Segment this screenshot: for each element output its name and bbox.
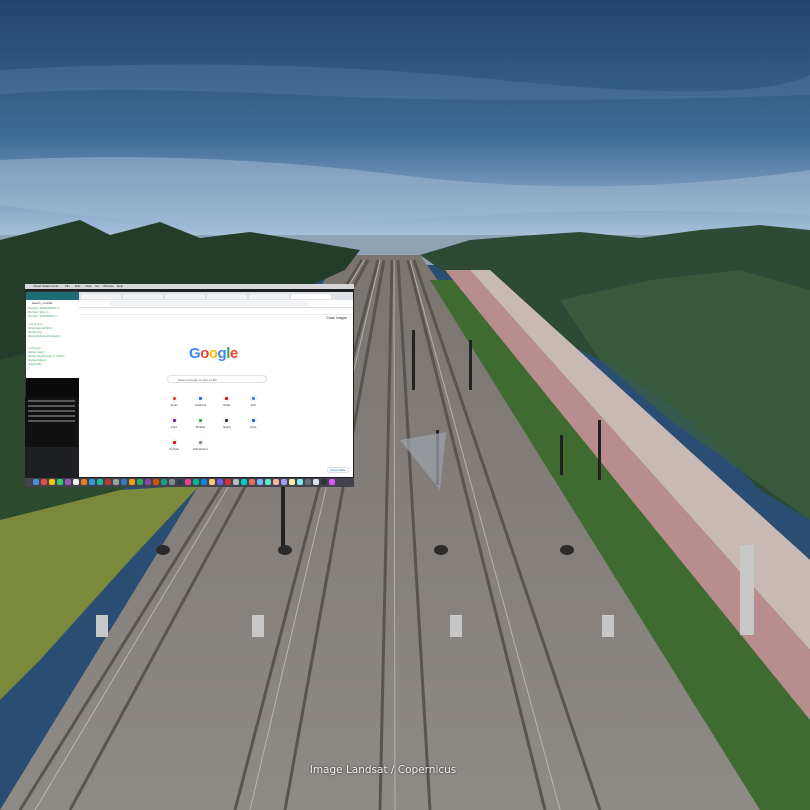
dock-app-icon[interactable] xyxy=(137,479,143,485)
dock-app-icon[interactable] xyxy=(289,479,295,485)
dock-app-icon[interactable] xyxy=(129,479,135,485)
dock-app-icon[interactable] xyxy=(169,479,175,485)
browser-tab[interactable] xyxy=(123,294,163,299)
shortcut-tile[interactable]: Netflix xyxy=(216,392,238,414)
dock-app-icon[interactable] xyxy=(193,479,199,485)
dock-app-icon[interactable] xyxy=(49,479,55,485)
shortcut-icon xyxy=(249,417,257,424)
dock-app-icon[interactable] xyxy=(329,479,335,485)
shortcut-icon xyxy=(249,395,257,402)
dock-app-icon[interactable] xyxy=(145,479,151,485)
terminal-window xyxy=(25,397,78,447)
browser-tab-active[interactable] xyxy=(291,294,331,299)
google-search-input[interactable]: Search Google or type a URL xyxy=(167,375,267,383)
dock-app-icon[interactable] xyxy=(209,479,215,485)
menu-view[interactable]: View xyxy=(85,284,91,289)
menu-go[interactable]: Go xyxy=(95,284,99,289)
menu-app[interactable]: Visual Studio Code xyxy=(33,284,58,289)
dock-app-icon[interactable] xyxy=(257,479,263,485)
dock-app-icon[interactable] xyxy=(305,479,311,485)
dock-app-icon[interactable] xyxy=(241,479,247,485)
dock-app-icon[interactable] xyxy=(281,479,287,485)
menu-bar: Visual Studio Code File Edit View Go Win… xyxy=(25,284,354,289)
shortcut-tiles: Gmail Facebook Netflix Post Inbox Portfo… xyxy=(163,392,273,458)
dock-app-icon[interactable] xyxy=(89,479,95,485)
menu-edit[interactable]: Edit xyxy=(75,284,80,289)
dock-app-icon[interactable] xyxy=(249,479,255,485)
dock-app-icon[interactable] xyxy=(185,479,191,485)
dock xyxy=(25,478,354,487)
dock-app-icon[interactable] xyxy=(73,479,79,485)
shortcut-icon xyxy=(170,417,178,424)
dock-app-icon[interactable] xyxy=(233,479,239,485)
dock-app-icon[interactable] xyxy=(201,479,207,485)
dock-app-icon[interactable] xyxy=(297,479,303,485)
dock-app-icon[interactable] xyxy=(225,479,231,485)
omnibox-input[interactable] xyxy=(109,301,309,306)
dock-app-icon[interactable] xyxy=(57,479,63,485)
dock-app-icon[interactable] xyxy=(33,479,39,485)
address-bar xyxy=(79,300,353,308)
menu-file[interactable]: File xyxy=(65,284,70,289)
add-shortcut-tile[interactable]: Add shortcut xyxy=(189,436,211,458)
dock-app-icon[interactable] xyxy=(321,479,327,485)
browser-tab-strip xyxy=(79,292,353,300)
shortcut-icon xyxy=(223,417,231,424)
shortcut-tile[interactable]: YouTube xyxy=(163,436,185,458)
browser-tab[interactable] xyxy=(207,294,247,299)
dock-app-icon[interactable] xyxy=(81,479,87,485)
browser-tab[interactable] xyxy=(165,294,205,299)
top-links[interactable]: Gmail Images xyxy=(326,316,347,320)
dock-app-icon[interactable] xyxy=(41,479,47,485)
shortcut-icon xyxy=(170,395,178,402)
shortcut-icon xyxy=(170,439,178,446)
browser-window: Gmail Images Google Search Google or typ… xyxy=(79,292,353,477)
shortcut-tile[interactable]: Facebook xyxy=(189,392,211,414)
dock-app-icon[interactable] xyxy=(105,479,111,485)
dock-app-icon[interactable] xyxy=(121,479,127,485)
dock-app-icon[interactable] xyxy=(153,479,159,485)
google-logo: Google xyxy=(189,345,238,362)
shortcut-tile[interactable]: Drive xyxy=(242,414,264,436)
plus-icon xyxy=(196,439,204,446)
browser-tab[interactable] xyxy=(81,294,121,299)
customize-button[interactable]: Personalise xyxy=(327,467,349,473)
dock-app-icon[interactable] xyxy=(313,479,319,485)
shortcut-tile[interactable]: Spotify xyxy=(216,414,238,436)
dock-app-icon[interactable] xyxy=(265,479,271,485)
shortcut-tile[interactable]: Post xyxy=(242,392,264,414)
menu-window[interactable]: Window xyxy=(103,284,114,289)
dock-app-icon[interactable] xyxy=(65,479,71,485)
dock-app-icon[interactable] xyxy=(97,479,103,485)
shortcut-tile[interactable]: Portfolio xyxy=(189,414,211,436)
dock-app-icon[interactable] xyxy=(177,479,183,485)
shortcut-tile[interactable]: Inbox xyxy=(163,414,185,436)
bookmarks-bar xyxy=(79,308,353,315)
shortcut-icon xyxy=(196,417,204,424)
dock-app-icon[interactable] xyxy=(161,479,167,485)
dock-app-icon[interactable] xyxy=(273,479,279,485)
menu-help[interactable]: Help xyxy=(117,284,123,289)
shortcut-icon xyxy=(223,395,231,402)
browser-tab[interactable] xyxy=(249,294,289,299)
dock-app-icon[interactable] xyxy=(113,479,119,485)
dock-app-icon[interactable] xyxy=(217,479,223,485)
shortcut-tile[interactable]: Gmail xyxy=(163,392,185,414)
editor-tab[interactable]: sketch_nov04a xyxy=(32,301,52,305)
desktop-screenshot-overlay: Visual Studio Code File Edit View Go Win… xyxy=(25,284,354,487)
imagery-credit: Image Landsat / Copernicus xyxy=(309,764,457,776)
shortcut-icon xyxy=(196,395,204,402)
